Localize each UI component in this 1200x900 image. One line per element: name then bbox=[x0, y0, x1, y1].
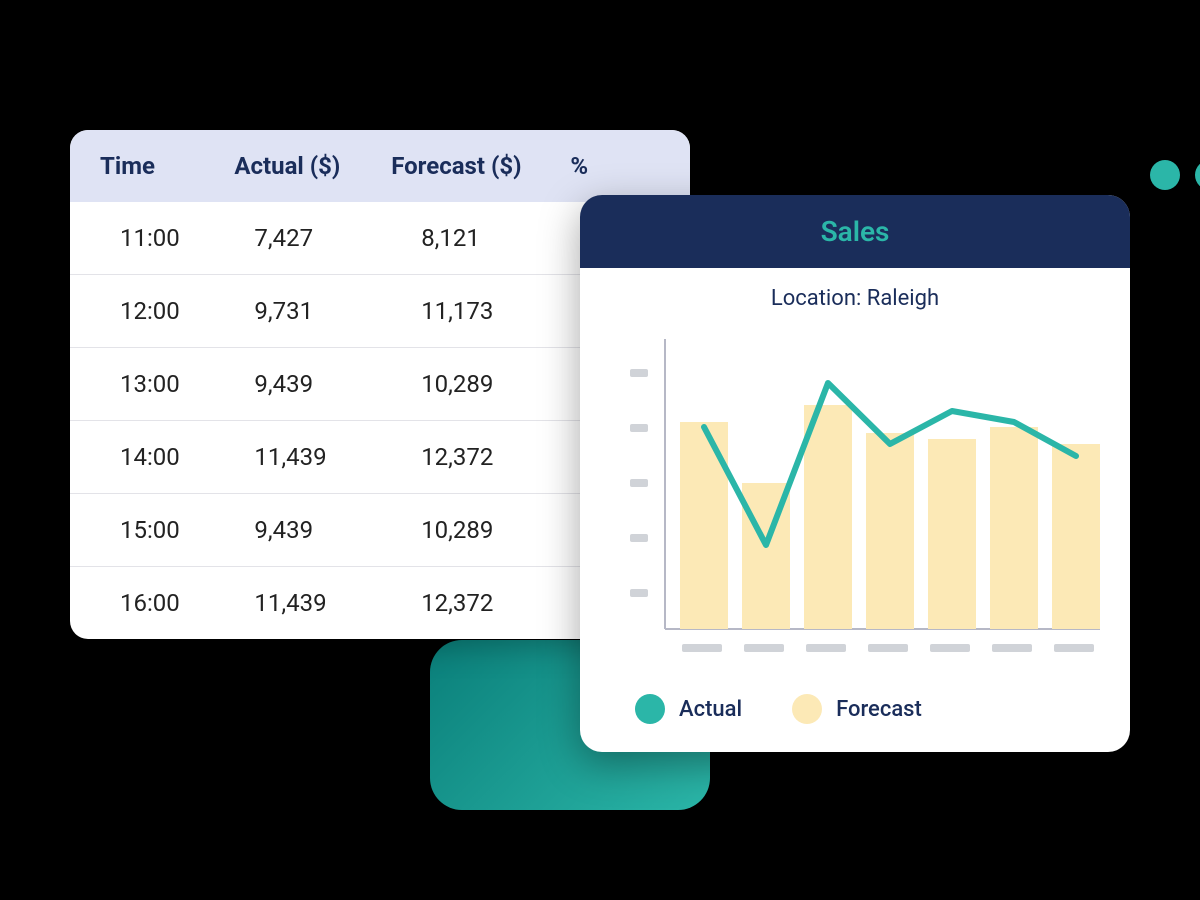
cell-time: 16:00 bbox=[100, 589, 234, 617]
legend-item-forecast: Forecast bbox=[792, 694, 922, 724]
cell-time: 15:00 bbox=[100, 516, 234, 544]
col-header-actual: Actual ($) bbox=[234, 152, 391, 180]
cell-forecast: 11,173 bbox=[391, 297, 570, 325]
chart-title: Sales bbox=[580, 195, 1130, 268]
chart-subtitle: Location: Raleigh bbox=[580, 268, 1130, 319]
table-header-row: Time Actual ($) Forecast ($) % bbox=[70, 130, 690, 202]
legend-label-forecast: Forecast bbox=[836, 697, 922, 722]
chart-svg bbox=[630, 329, 1100, 669]
cell-actual: 9,439 bbox=[234, 370, 391, 398]
sales-chart-card: Sales Location: Raleigh bbox=[580, 195, 1130, 752]
cell-actual: 9,439 bbox=[234, 516, 391, 544]
cell-time: 12:00 bbox=[100, 297, 234, 325]
cell-actual: 11,439 bbox=[234, 589, 391, 617]
col-header-pct: % bbox=[570, 152, 660, 180]
legend-swatch-forecast-icon bbox=[792, 694, 822, 724]
col-header-forecast: Forecast ($) bbox=[391, 152, 570, 180]
cell-time: 13:00 bbox=[100, 370, 234, 398]
cell-time: 11:00 bbox=[100, 224, 234, 252]
legend-swatch-actual-icon bbox=[635, 694, 665, 724]
chart-plot-area bbox=[580, 319, 1130, 679]
legend-label-actual: Actual bbox=[679, 697, 742, 722]
cell-forecast: 12,372 bbox=[391, 589, 570, 617]
cell-actual: 7,427 bbox=[234, 224, 391, 252]
cell-forecast: 10,289 bbox=[391, 370, 570, 398]
forecast-bars bbox=[680, 405, 1100, 629]
cell-forecast: 12,372 bbox=[391, 443, 570, 471]
cell-actual: 11,439 bbox=[234, 443, 391, 471]
col-header-time: Time bbox=[100, 152, 234, 180]
cell-forecast: 10,289 bbox=[391, 516, 570, 544]
pill-bar-1 bbox=[1195, 160, 1200, 190]
chart-legend: Actual Forecast bbox=[580, 679, 1130, 752]
cell-forecast: 8,121 bbox=[391, 224, 570, 252]
cell-actual: 9,731 bbox=[234, 297, 391, 325]
cell-time: 14:00 bbox=[100, 443, 234, 471]
pill-dot-icon bbox=[1150, 160, 1180, 190]
legend-item-actual: Actual bbox=[635, 694, 742, 724]
